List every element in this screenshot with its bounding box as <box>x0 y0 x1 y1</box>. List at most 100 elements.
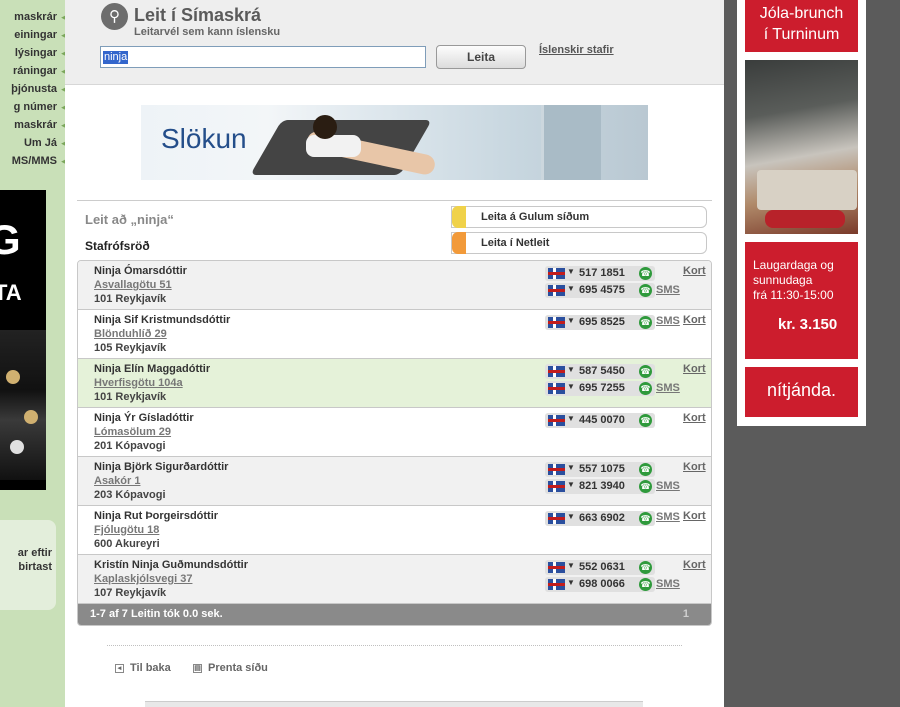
left-nav-item[interactable]: g númer <box>0 98 65 116</box>
sms-link[interactable]: SMS <box>656 511 680 523</box>
street-link[interactable]: Blönduhlíð 29 <box>94 328 167 340</box>
call-icon[interactable]: ☎ <box>639 480 652 493</box>
sms-link[interactable]: SMS <box>656 284 680 296</box>
phone-number: 587 5450 <box>579 365 625 377</box>
chevron-down-icon[interactable]: ▼ <box>567 480 575 489</box>
sms-link[interactable]: SMS <box>656 480 680 492</box>
person-name: Ninja Sif Kristmundsdóttir <box>94 314 231 326</box>
phone-entry[interactable]: ▼ 821 3940 ☎ <box>545 479 655 494</box>
city-postcode: 107 Reykjavík <box>94 587 167 599</box>
iceland-flag-icon <box>548 579 565 590</box>
phone-entry[interactable]: ▼ 557 1075 ☎ <box>545 462 655 477</box>
street-link[interactable]: Lómasölum 29 <box>94 426 171 438</box>
map-link[interactable]: Kort <box>683 265 706 277</box>
call-icon[interactable]: ☎ <box>639 316 652 329</box>
left-nav-item[interactable]: MS/MMS <box>0 152 65 170</box>
dotted-divider <box>107 645 682 646</box>
left-banner-ad[interactable]: G TA <box>0 190 46 490</box>
chevron-down-icon[interactable]: ▼ <box>567 463 575 472</box>
results-summary: 1-7 af 7 Leitin tók 0.0 sek. <box>90 608 223 620</box>
banner-head-image <box>313 115 337 139</box>
map-link[interactable]: Kort <box>683 461 706 473</box>
nitjanda-logo-ad[interactable]: nítjánda. <box>745 367 858 417</box>
left-nav-item[interactable]: maskrár <box>0 8 65 26</box>
city-postcode: 203 Kópavogi <box>94 489 166 501</box>
map-link[interactable]: Kort <box>683 314 706 326</box>
page-number[interactable]: 1 <box>683 604 689 625</box>
search-input[interactable] <box>100 46 426 68</box>
person-name: Ninja Elín Maggadóttir <box>94 363 211 375</box>
left-banner-mid-text: TA <box>0 280 22 305</box>
phone-number: 445 0070 <box>579 414 625 426</box>
street-link[interactable]: Kaplaskjólsvegi 37 <box>94 573 192 585</box>
street-link[interactable]: Fjólugötu 18 <box>94 524 159 536</box>
netleit-link-box[interactable]: Leita í Netleit <box>451 232 707 254</box>
sms-link[interactable]: SMS <box>656 315 680 327</box>
phone-entry[interactable]: ▼ 695 4575 ☎ <box>545 283 655 298</box>
query-label: Leit að „ninja“ <box>85 212 174 227</box>
buffet-photo-ad[interactable] <box>745 60 858 234</box>
person-name: Kristín Ninja Guðmundsdóttir <box>94 559 248 571</box>
call-icon[interactable]: ☎ <box>639 512 652 525</box>
chevron-down-icon[interactable]: ▼ <box>567 316 575 325</box>
slokun-banner-ad[interactable]: Slökun <box>141 105 648 180</box>
map-link[interactable]: Kort <box>683 363 706 375</box>
chevron-down-icon[interactable]: ▼ <box>567 382 575 391</box>
call-icon[interactable]: ☎ <box>639 561 652 574</box>
left-nav-item[interactable]: Um Já <box>0 134 65 152</box>
call-icon[interactable]: ☎ <box>639 463 652 476</box>
left-nav-item[interactable]: ráningar <box>0 62 65 80</box>
chevron-down-icon[interactable]: ▼ <box>567 414 575 423</box>
yellow-pages-link-box[interactable]: Leita á Gulum síðum <box>451 206 707 228</box>
phone-entry[interactable]: ▼ 587 5450 ☎ <box>545 364 655 379</box>
street-link[interactable]: Hverfisgötu 104a <box>94 377 183 389</box>
chevron-down-icon[interactable]: ▼ <box>567 578 575 587</box>
map-link[interactable]: Kort <box>683 510 706 522</box>
street-link[interactable]: Asvallagötu 51 <box>94 279 172 291</box>
phone-entry[interactable]: ▼ 445 0070 ☎ <box>545 413 655 428</box>
left-nav-item[interactable]: lýsingar <box>0 44 65 62</box>
results-rows: Ninja Ómarsdóttir Asvallagötu 51 101 Reykj… <box>78 261 711 604</box>
call-icon[interactable]: ☎ <box>639 578 652 591</box>
print-link[interactable]: ▤ Prenta síðu <box>193 662 268 674</box>
jola-brunch-ad[interactable]: Jóla-brunch í Turninum <box>745 0 858 52</box>
call-icon[interactable]: ☎ <box>639 414 652 427</box>
icelandic-chars-link[interactable]: Íslenskir stafir <box>539 44 614 56</box>
ad1-line-1: Jóla-brunch <box>759 5 844 22</box>
call-icon[interactable]: ☎ <box>639 382 652 395</box>
left-nav-item[interactable]: þjónusta <box>0 80 65 98</box>
phone-entry[interactable]: ▼ 695 7255 ☎ <box>545 381 655 396</box>
phone-entry[interactable]: ▼ 517 1851 ☎ <box>545 266 655 281</box>
sms-link[interactable]: SMS <box>656 578 680 590</box>
left-nav-item[interactable]: einingar <box>0 26 65 44</box>
left-nav-item[interactable]: maskrár <box>0 116 65 134</box>
chevron-down-icon[interactable]: ▼ <box>567 512 575 521</box>
left-box-line-2: birtast <box>18 561 52 573</box>
table-row: Ninja Rut Þorgeirsdóttir Fjólugötu 18 600 … <box>78 506 711 555</box>
call-icon[interactable]: ☎ <box>639 267 652 280</box>
map-link[interactable]: Kort <box>683 412 706 424</box>
netleit-link[interactable]: Leita í Netleit <box>481 237 549 249</box>
chevron-down-icon[interactable]: ▼ <box>567 267 575 276</box>
back-link[interactable]: ◂ Til baka <box>115 662 171 674</box>
opening-hours-ad[interactable]: Laugardaga og sunnudaga frá 11:30-15:00 … <box>745 242 858 359</box>
phone-entry[interactable]: ▼ 552 0631 ☎ <box>545 560 655 575</box>
call-icon[interactable]: ☎ <box>639 365 652 378</box>
call-icon[interactable]: ☎ <box>639 284 652 297</box>
tray-image <box>757 170 857 210</box>
street-link[interactable]: Asakór 1 <box>94 475 140 487</box>
chevron-down-icon[interactable]: ▼ <box>567 561 575 570</box>
map-link[interactable]: Kort <box>683 559 706 571</box>
table-row: Ninja Björk Sigurðardóttir Asakór 1 203 Kó… <box>78 457 711 506</box>
main-content: ⚲ Leit í Símaskrá Leitarvél sem kann ísl… <box>65 0 724 707</box>
search-button[interactable]: Leita <box>436 45 526 69</box>
chevron-down-icon[interactable]: ▼ <box>567 284 575 293</box>
phone-entry[interactable]: ▼ 663 6902 ☎ <box>545 511 655 526</box>
sms-link[interactable]: SMS <box>656 382 680 394</box>
left-box-line-1: ar eftir <box>17 547 52 559</box>
phone-entry[interactable]: ▼ 695 8525 ☎ <box>545 315 655 330</box>
yellow-pages-link[interactable]: Leita á Gulum síðum <box>481 211 589 223</box>
chevron-down-icon[interactable]: ▼ <box>567 365 575 374</box>
phone-entry[interactable]: ▼ 698 0066 ☎ <box>545 577 655 592</box>
phone-number: 557 1075 <box>579 463 625 475</box>
